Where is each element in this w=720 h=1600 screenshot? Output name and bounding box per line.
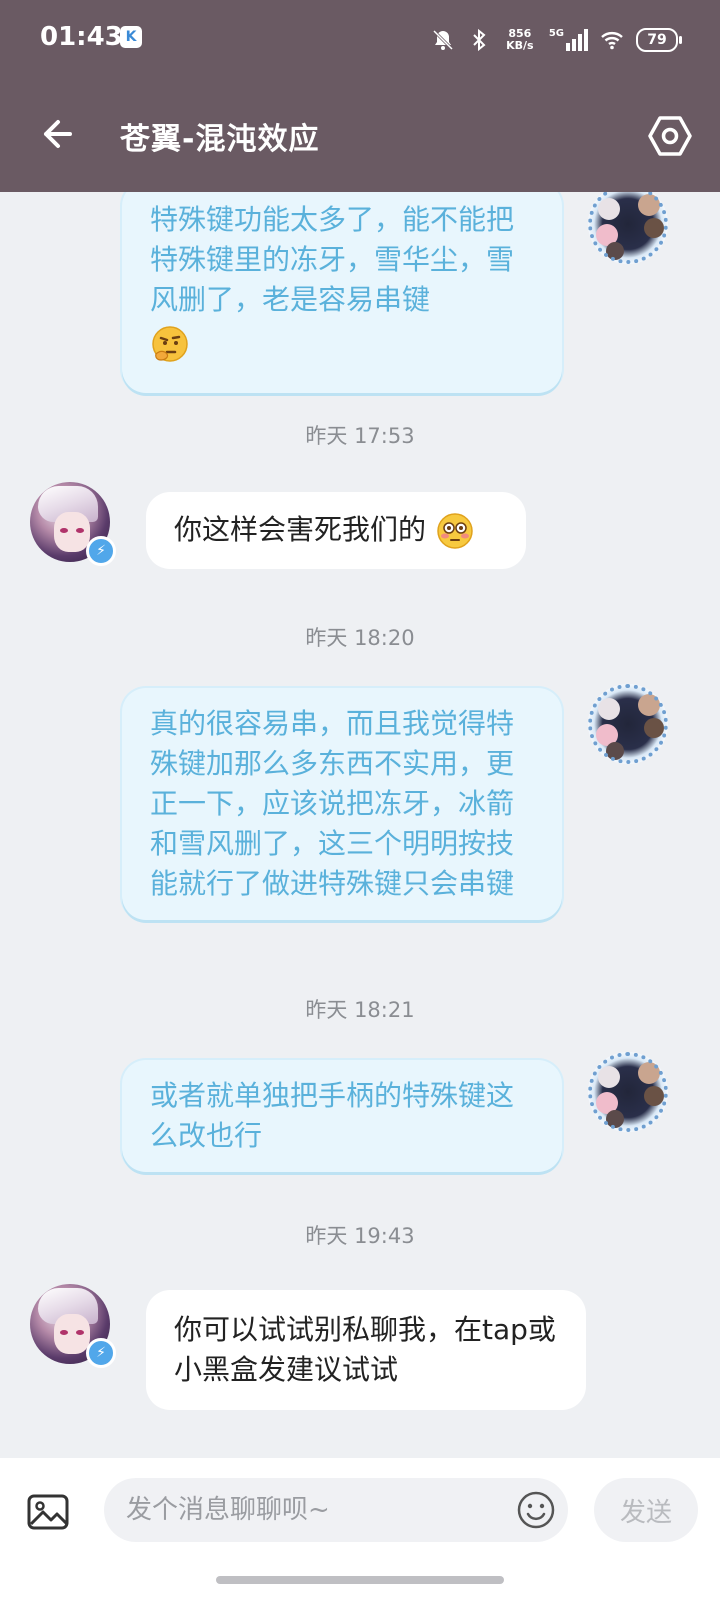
flushed-face-emoji-icon bbox=[437, 513, 473, 549]
thinking-face-emoji-icon bbox=[150, 324, 534, 375]
verified-badge-icon: ⚡ bbox=[86, 1338, 116, 1368]
message-bubble-other[interactable]: 你这样会害死我们的 bbox=[146, 492, 526, 569]
message-bubble-self[interactable]: 或者就单独把手柄的特殊键这么改也行 bbox=[122, 1060, 562, 1172]
message-timestamp: 昨天 17:53 bbox=[305, 424, 415, 448]
cell-signal: 5G bbox=[549, 29, 588, 51]
status-icons: 856 KB/s 5G 79 bbox=[431, 22, 682, 58]
chat-title: 苍翼-混沌效应 bbox=[120, 122, 320, 157]
battery-indicator: 79 bbox=[636, 28, 682, 52]
message-list[interactable]: 特殊键功能太多了，能不能把特殊键里的冻牙，雪华尘，雪风删了，老是容易串键 昨天 … bbox=[0, 192, 720, 1458]
settings-hexagon-icon[interactable] bbox=[648, 114, 692, 158]
wifi-icon bbox=[601, 32, 623, 50]
message-text: 你这样会害死我们的 bbox=[174, 513, 427, 546]
top-app-bar: 01:43 K 856 KB/s 5G 79 苍翼-混沌效应 bbox=[0, 0, 720, 192]
signal-bars-icon bbox=[566, 29, 588, 51]
network-speed-unit: KB/s bbox=[506, 39, 534, 52]
message-bubble-self[interactable]: 真的很容易串，而且我觉得特殊键加那么多东西不实用，更正一下，应该说把冻牙，冰箭和… bbox=[122, 688, 562, 920]
emoji-picker-icon[interactable] bbox=[516, 1490, 556, 1530]
message-text: 特殊键功能太多了，能不能把特殊键里的冻牙，雪华尘，雪风删了，老是容易串键 bbox=[150, 203, 515, 316]
verified-badge-icon: ⚡ bbox=[86, 536, 116, 566]
self-avatar[interactable] bbox=[588, 684, 668, 764]
status-bar: 01:43 K 856 KB/s 5G 79 bbox=[0, 0, 720, 80]
message-timestamp: 昨天 18:20 bbox=[305, 626, 415, 650]
back-arrow-icon[interactable] bbox=[36, 114, 76, 154]
message-timestamp: 昨天 18:21 bbox=[305, 998, 415, 1022]
message-bubble-other[interactable]: 你可以试试别私聊我，在tap或小黑盒发建议试试 bbox=[146, 1290, 586, 1410]
send-button[interactable]: 发送 bbox=[594, 1478, 698, 1542]
message-input[interactable] bbox=[104, 1478, 568, 1542]
message-text: 真的很容易串，而且我觉得特殊键加那么多东西不实用，更正一下，应该说把冻牙，冰箭和… bbox=[150, 707, 515, 900]
self-avatar[interactable] bbox=[588, 192, 668, 264]
bluetooth-icon bbox=[473, 28, 486, 52]
mute-bell-icon bbox=[432, 29, 453, 51]
message-text: 你可以试试别私聊我，在tap或小黑盒发建议试试 bbox=[174, 1313, 556, 1386]
message-text: 或者就单独把手柄的特殊键这么改也行 bbox=[150, 1079, 515, 1152]
network-speed: 856 KB/s bbox=[503, 28, 537, 52]
message-input-bar: 发送 bbox=[0, 1458, 720, 1600]
self-avatar[interactable] bbox=[588, 1052, 668, 1132]
network-type: 5G bbox=[548, 28, 564, 39]
message-bubble-self[interactable]: 特殊键功能太多了，能不能把特殊键里的冻牙，雪华尘，雪风删了，老是容易串键 bbox=[122, 192, 562, 393]
app-notification-icon: K bbox=[120, 26, 142, 48]
image-picker-icon[interactable] bbox=[26, 1490, 70, 1534]
message-timestamp: 昨天 19:43 bbox=[305, 1224, 415, 1248]
home-indicator[interactable] bbox=[216, 1576, 504, 1584]
status-time: 01:43 bbox=[40, 22, 123, 52]
